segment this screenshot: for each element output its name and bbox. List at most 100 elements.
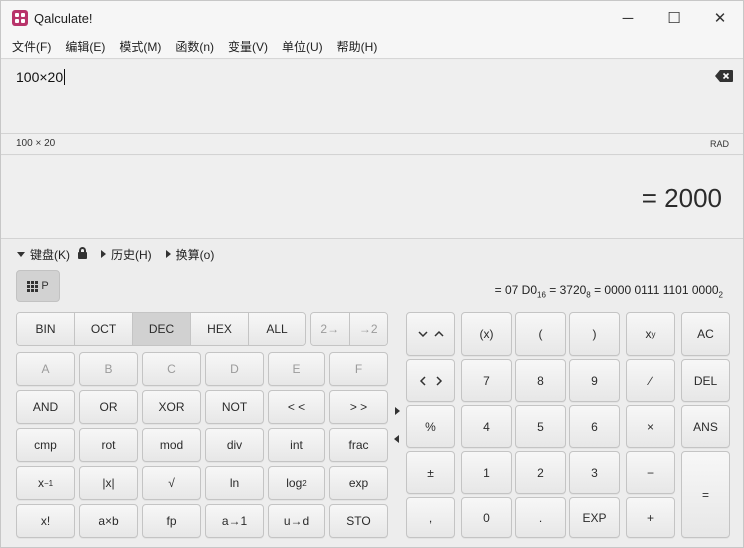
right-paren-button[interactable]: ) [569,312,620,356]
frac-button[interactable]: frac [329,428,388,462]
left-paren-button[interactable]: ( [515,312,566,356]
angle-unit-indicator[interactable]: RAD [710,139,729,149]
expanded-arrow-icon [17,251,25,257]
clear-input-icon[interactable] [715,70,733,82]
not-button[interactable]: NOT [205,390,264,424]
status-bar: 100 × 20 RAD [1,134,743,155]
comma-button[interactable]: , [406,497,455,538]
maximize-button[interactable]: ☐ [651,1,697,35]
hex-digit-a-button[interactable]: A [16,352,75,386]
programming-keypad-toggle[interactable]: P [16,270,60,302]
hex-digit-f-button[interactable]: F [329,352,388,386]
menu-units[interactable]: 单位(U) [275,35,330,59]
mod-button[interactable]: mod [142,428,201,462]
hex-digit-b-button[interactable]: B [79,352,138,386]
history-up-down-button[interactable] [406,312,455,356]
collapse-left-icon[interactable] [394,435,399,443]
minimize-icon: ─ [622,9,634,27]
div-button[interactable]: div [205,428,264,462]
bin-base: 2 [718,290,723,300]
base-hex-button[interactable]: HEX [191,313,249,345]
log2-button[interactable]: log 2 [268,466,325,500]
decimal-point-button[interactable]: . [515,497,566,538]
collapsed-arrow-icon [165,250,171,258]
shift-right-button[interactable]: > > [329,390,388,424]
keypad-grid-icon [27,280,39,292]
digit-0-button[interactable]: 0 [461,497,512,538]
close-button[interactable]: ✕ [697,1,743,35]
lock-icon[interactable] [78,247,87,259]
menu-file[interactable]: 文件(F) [5,35,58,59]
digit-5-button[interactable]: 5 [515,405,566,448]
answer-button[interactable]: ANS [681,405,730,448]
menu-variables[interactable]: 变量(V) [221,35,275,59]
inverse-button[interactable]: x −1 [16,466,75,500]
divide-button[interactable]: ∕ [626,359,675,402]
base-dec-button[interactable]: DEC [133,313,191,345]
sqrt-button[interactable]: √ [142,466,201,500]
or-button[interactable]: OR [79,390,138,424]
power-button[interactable]: xy [626,312,675,356]
left-right-arrows-icon [419,375,442,386]
shift-selector: 2→ →2 [310,312,388,346]
all-clear-button[interactable]: AC [681,312,730,356]
digit-2-button[interactable]: 2 [515,451,566,494]
close-icon: ✕ [713,10,727,27]
keypad-expander[interactable]: 键盘(K) [17,246,87,263]
history-expander[interactable]: 历史(H) [101,246,152,263]
xor-button[interactable]: XOR [142,390,201,424]
digit-1-button[interactable]: 1 [461,451,512,494]
int-button[interactable]: int [268,428,325,462]
base-oct-button[interactable]: OCT [75,313,133,345]
base-all-button[interactable]: ALL [249,313,305,345]
cursor-left-right-button[interactable] [406,359,455,402]
multiply-button[interactable]: × [626,405,675,448]
expression-input[interactable]: 100×20 [1,60,743,134]
a-to-1-button[interactable]: a→1 [205,504,264,538]
digit-4-button[interactable]: 4 [461,405,512,448]
delete-button[interactable]: DEL [681,359,730,402]
paren-x-button[interactable]: (x) [461,312,512,356]
sto-button[interactable]: STO [329,504,388,538]
to-base-button[interactable]: 2→ [311,313,350,345]
ln-button[interactable]: ln [205,466,264,500]
result-value: = 2000 [641,183,722,213]
percent-button[interactable]: % [406,405,455,448]
abs-button[interactable]: |x| [79,466,138,500]
digit-7-button[interactable]: 7 [461,359,512,402]
fp-button[interactable]: fp [142,504,201,538]
hex-digit-d-button[interactable]: D [205,352,264,386]
minus-button[interactable]: − [626,451,675,494]
exp-notation-button[interactable]: EXP [569,497,620,538]
u-to-d-button[interactable]: u→d [268,504,325,538]
expand-right-icon[interactable] [395,407,400,415]
cmp-button[interactable]: cmp [16,428,75,462]
menu-functions[interactable]: 函数(n) [168,35,221,59]
minimize-button[interactable]: ─ [605,1,651,35]
menu-mode[interactable]: 模式(M) [112,35,168,59]
digit-3-button[interactable]: 3 [569,451,620,494]
multiply-brackets-button[interactable]: a×b [79,504,138,538]
exp-function-button[interactable]: exp [329,466,388,500]
inverse-exponent: −1 [43,478,54,488]
conversion-expander[interactable]: 换算(o) [165,246,214,263]
plus-button[interactable]: + [626,497,675,538]
factorial-button[interactable]: x! [16,504,75,538]
menu-help[interactable]: 帮助(H) [330,35,385,59]
and-button[interactable]: AND [16,390,75,424]
digit-9-button[interactable]: 9 [569,359,620,402]
title-bar: Qalculate! ─ ☐ ✕ [1,1,743,35]
menu-edit[interactable]: 编辑(E) [58,35,112,59]
from-base-button[interactable]: →2 [349,313,387,345]
equals-button[interactable]: = [681,451,730,538]
plus-minus-button[interactable]: ± [406,451,455,494]
base-bin-button[interactable]: BIN [17,313,75,345]
qalculate-app-icon [12,10,28,26]
rot-button[interactable]: rot [79,428,138,462]
hex-digit-c-button[interactable]: C [142,352,201,386]
digit-8-button[interactable]: 8 [515,359,566,402]
maximize-icon: ☐ [667,10,681,27]
digit-6-button[interactable]: 6 [569,405,620,448]
shift-left-button[interactable]: < < [268,390,325,424]
hex-digit-e-button[interactable]: E [268,352,325,386]
